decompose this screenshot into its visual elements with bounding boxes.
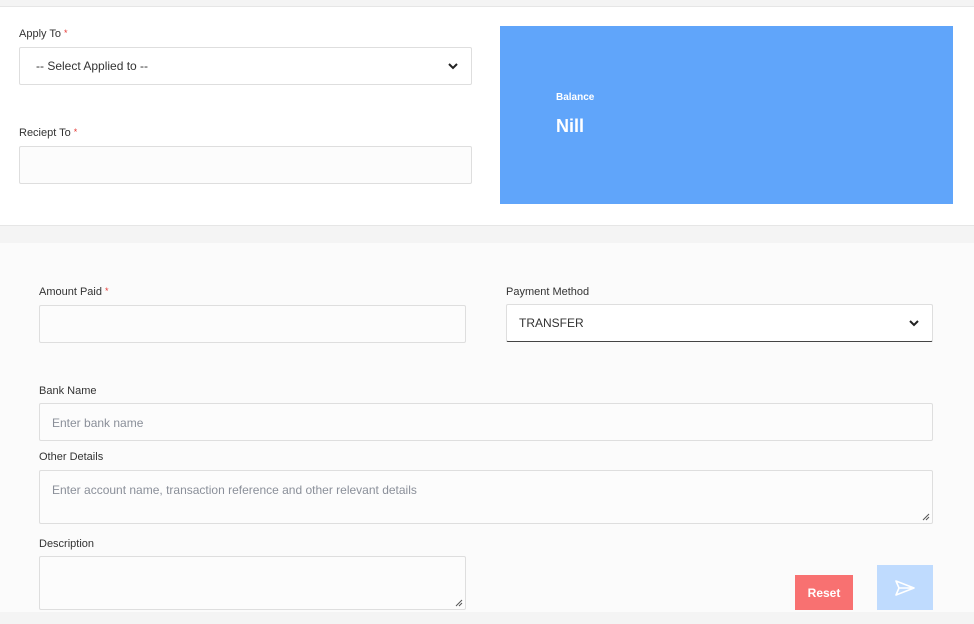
receipt-to-label-text: Reciept To [19,127,71,139]
description-textarea[interactable] [39,556,466,610]
description-label: Description [39,538,95,550]
amount-paid-input[interactable] [39,305,466,343]
other-details-textarea[interactable]: Enter account name, transaction referenc… [39,470,933,524]
payment-method-label: Payment Method [506,286,590,298]
apply-to-label: Apply To * [19,28,68,40]
resize-handle-icon[interactable] [922,513,930,521]
apply-to-label-text: Apply To [19,28,61,40]
chevron-down-icon [909,320,919,327]
receipt-to-label: Reciept To * [19,127,77,139]
other-details-label: Other Details [39,451,104,463]
required-marker: * [73,127,78,137]
send-icon [895,579,915,596]
reset-button[interactable]: Reset [795,575,853,610]
bank-name-placeholder: Enter bank name [52,416,144,430]
amount-paid-label: Amount Paid * [39,286,109,298]
other-details-placeholder: Enter account name, transaction referenc… [52,483,417,497]
required-marker: * [104,286,109,296]
required-marker: * [64,28,68,38]
balance-label: Balance [556,92,595,103]
balance-card: Balance Nill [500,26,953,204]
apply-to-select[interactable]: -- Select Applied to -- [19,47,472,85]
balance-value: Nill [556,116,585,136]
payment-method-selected-value: TRANSFER [519,316,584,330]
chevron-down-icon [448,63,458,70]
amount-paid-label-text: Amount Paid [39,286,102,298]
submit-button[interactable] [877,565,933,610]
bank-name-input[interactable]: Enter bank name [39,403,933,441]
resize-handle-icon[interactable] [455,599,463,607]
payment-method-select[interactable]: TRANSFER [506,304,933,342]
receipt-to-input[interactable] [19,146,472,184]
bank-name-label: Bank Name [39,385,97,397]
apply-to-selected-value: -- Select Applied to -- [36,59,149,73]
